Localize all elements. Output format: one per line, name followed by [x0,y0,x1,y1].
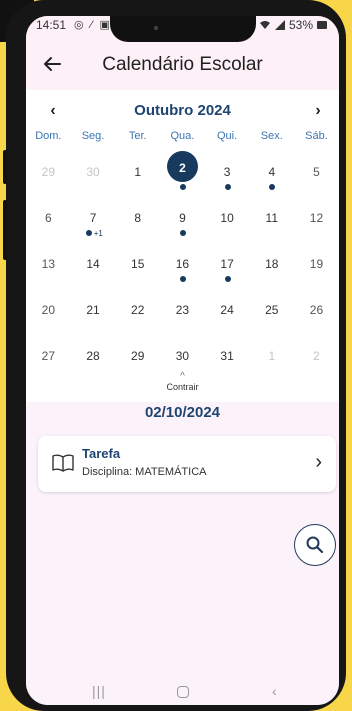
status-notification-icons: ◎ ⁄ ▣ [74,19,112,31]
calendar-week: 20 21 22 23 24 25 26 [26,288,339,334]
collapse-calendar-button[interactable]: ^ Contrair [26,371,339,393]
calendar-day[interactable]: 17 [205,242,250,288]
search-icon [306,536,324,554]
calendar-day[interactable]: 24 [205,288,250,334]
calendar-day[interactable]: 20 [26,288,71,334]
event-marker [224,276,231,282]
calendar-day[interactable]: 16 [160,242,205,288]
status-right-group: 53% [259,18,327,32]
weekday-label: Dom. [35,130,62,142]
calendar: ‹ Outubro 2024 › Dom. Seg. Ter. Qua. Qui… [26,90,339,402]
weekday-label: Sex. [260,130,283,142]
month-header: ‹ Outubro 2024 › [26,100,339,122]
weekday-header: Dom. Seg. Ter. Qua. Qui. Sex. Sáb. [26,130,339,142]
signal-icon [274,20,285,30]
calendar-day[interactable]: 8 [115,196,160,242]
battery-percent: 53% [288,18,313,32]
calendar-week: 29 30 1 2 3 4 5 [26,150,339,196]
calendar-day[interactable]: 13 [26,242,71,288]
calendar-day[interactable]: 18 [249,242,294,288]
event-marker [269,184,276,190]
task-card[interactable]: Tarefa Disciplina: MATEMÁTICA › [38,436,336,492]
collapse-label: Contrair [166,382,199,392]
calendar-day[interactable]: 25 [249,288,294,334]
screen: 14:51 ◎ ⁄ ▣ 53% Calendário Escolar ‹ Out… [26,16,339,705]
selected-date-heading: 02/10/2024 [144,404,221,421]
status-time: 14:51 [36,18,67,32]
event-marker [85,230,92,236]
volume-button [3,150,7,184]
task-subject: Disciplina: MATEMÁTICA [82,466,207,478]
event-marker [180,230,187,236]
calendar-day[interactable]: 10 [205,196,250,242]
home-button[interactable] [177,686,189,698]
phone-frame: 14:51 ◎ ⁄ ▣ 53% Calendário Escolar ‹ Out… [3,0,346,711]
calendar-day[interactable]: 11 [249,196,294,242]
calendar-day[interactable]: 6 [26,196,71,242]
calendar-grid: 29 30 1 2 3 4 5 6 7 +1 8 9 10 11 12 13 1… [26,150,339,380]
calendar-day[interactable]: 3 [205,150,250,196]
battery-icon [317,21,327,29]
calendar-day[interactable]: 22 [115,288,160,334]
page-title: Calendário Escolar [102,54,263,75]
calendar-day[interactable]: 21 [71,288,116,334]
calendar-day[interactable]: 19 [294,242,339,288]
task-title: Tarefa [82,446,121,461]
recents-button[interactable]: ||| [92,683,106,699]
chevron-up-icon: ^ [180,371,185,382]
calendar-day-selected[interactable]: 2 [160,150,205,196]
search-button[interactable] [294,524,336,566]
calendar-day[interactable]: 4 [249,150,294,196]
event-marker [224,184,231,190]
calendar-day[interactable]: 12 [294,196,339,242]
system-nav-bar: ||| ‹ [26,679,339,705]
chevron-right-icon: › [315,451,322,473]
weekday-label: Seg. [81,130,105,142]
calendar-day[interactable]: 29 [26,150,71,196]
event-marker [180,184,187,190]
calendar-week: 6 7 +1 8 9 10 11 12 [26,196,339,242]
event-marker [180,276,187,282]
calendar-day[interactable]: 15 [115,242,160,288]
calendar-day[interactable]: 5 [294,150,339,196]
weekday-label: Qua. [170,130,195,142]
calendar-day[interactable]: 1 [115,150,160,196]
next-month-button[interactable]: › [307,100,329,122]
wifi-icon [259,21,270,29]
calendar-day[interactable]: 30 [71,150,116,196]
weekday-label: Sáb. [305,130,328,142]
calendar-day[interactable]: 14 [71,242,116,288]
calendar-day[interactable]: 7 +1 [71,196,116,242]
extra-events-label: +1 [93,229,103,238]
calendar-day[interactable]: 9 [160,196,205,242]
camera-notch [110,16,256,42]
calendar-week: 13 14 15 16 17 18 19 [26,242,339,288]
calendar-day[interactable]: 23 [160,288,205,334]
app-bar: Calendário Escolar [26,40,339,90]
system-back-button[interactable]: ‹ [272,683,277,699]
weekday-label: Qui. [217,130,238,142]
calendar-day[interactable]: 26 [294,288,339,334]
weekday-label: Ter. [128,130,147,142]
month-title: Outubro 2024 [134,102,231,119]
book-icon [52,454,74,472]
volume-button-2 [3,200,7,260]
